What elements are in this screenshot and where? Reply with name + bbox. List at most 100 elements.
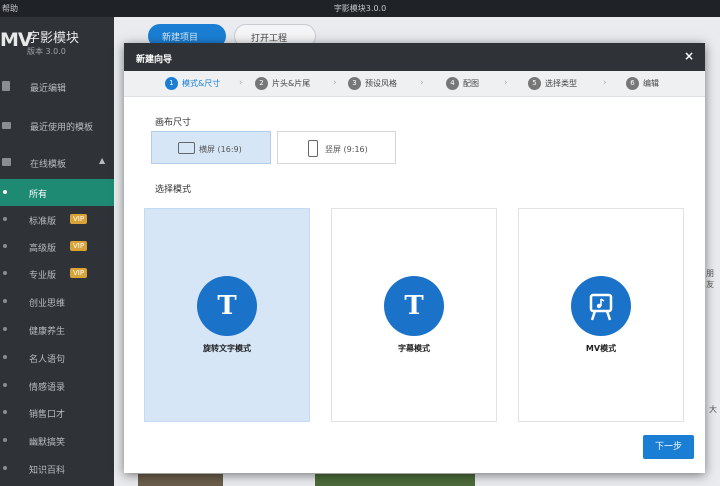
- chevron-up-icon[interactable]: ▲: [99, 156, 105, 165]
- chevron-right-icon: ›: [603, 78, 607, 88]
- rotating-text-mode-card[interactable]: T 旋转文字模式: [144, 208, 310, 422]
- sidebar-category-standard[interactable]: 标准版 VIP: [0, 206, 114, 233]
- canvas-size-label: 画布尺寸: [155, 118, 192, 128]
- document-icon: [2, 81, 10, 91]
- sidebar-item-online-templates[interactable]: 在线模板 ▲: [0, 152, 114, 174]
- category-label: 健康养生: [29, 327, 66, 337]
- bullet-icon: [3, 410, 7, 414]
- category-label: 创业思维: [29, 299, 66, 309]
- step-label: 片头&片尾: [272, 79, 311, 88]
- category-label: 情感语录: [29, 383, 66, 393]
- vip-badge: VIP: [70, 241, 88, 251]
- sidebar-category-humor[interactable]: 幽默搞笑: [0, 427, 114, 454]
- bullet-icon: [3, 244, 7, 248]
- sidebar-category-knowledge[interactable]: 知识百科: [0, 455, 114, 482]
- sidebar-category-startup[interactable]: 创业思维: [0, 288, 114, 315]
- step-label: 选择类型: [545, 79, 577, 88]
- window-titlebar: 帮助 字影模块3.0.0: [0, 0, 720, 17]
- step-number: 1: [165, 77, 178, 90]
- app-version: 版本 3.0.0: [27, 47, 66, 56]
- step-number: 5: [528, 77, 541, 90]
- bullet-icon: [3, 438, 7, 442]
- step-number: 4: [446, 77, 459, 90]
- text-mode-icon: T: [197, 276, 257, 336]
- mv-mode-card[interactable]: MV模式: [518, 208, 684, 422]
- text-mode-icon: T: [384, 276, 444, 336]
- bullet-icon: [3, 466, 7, 470]
- category-label: 知识百科: [29, 466, 66, 476]
- button-label: 新建项目: [162, 33, 199, 43]
- chevron-right-icon: ›: [504, 78, 508, 88]
- bullet-icon: [3, 383, 7, 387]
- category-label: 高级版: [29, 244, 57, 254]
- sidebar-item-label: 最近编辑: [30, 84, 67, 94]
- sidebar: MV 字影模块 版本 3.0.0 最近编辑 最近使用的模板 在线模板 ▲ 所有 …: [0, 17, 114, 486]
- category-label: 名人语句: [29, 355, 66, 365]
- step-5[interactable]: 5 选择类型: [528, 77, 577, 91]
- window-title: 字影模块3.0.0: [333, 4, 387, 13]
- bullet-icon: [3, 327, 7, 331]
- mode-name: MV模式: [585, 344, 617, 353]
- landscape-screen-icon: [178, 142, 195, 154]
- category-label: 标准版: [29, 217, 57, 227]
- sidebar-item-label: 最近使用的模板: [30, 123, 94, 133]
- step-2[interactable]: 2 片头&片尾: [255, 77, 310, 91]
- sidebar-category-health[interactable]: 健康养生: [0, 316, 114, 343]
- sidebar-item-recent-template[interactable]: 最近使用的模板: [0, 115, 114, 137]
- background-text: 朋友: [706, 269, 714, 289]
- dialog-header: 新建向导 ×: [124, 43, 705, 71]
- music-easel-icon: [571, 276, 631, 336]
- bullet-icon: [3, 217, 7, 221]
- category-label: 专业版: [29, 271, 57, 281]
- monitor-icon: [2, 158, 11, 166]
- bullet-icon: [3, 271, 7, 275]
- sidebar-category-emotion[interactable]: 情感语录: [0, 372, 114, 399]
- step-label: 配图: [463, 79, 479, 88]
- chevron-right-icon: ›: [239, 78, 243, 88]
- sidebar-category-pro[interactable]: 专业版 VIP: [0, 260, 114, 287]
- step-number: 6: [626, 77, 639, 90]
- sidebar-item-label: 在线模板: [30, 160, 67, 170]
- bullet-icon: [3, 355, 7, 359]
- step-label: 模式&尺寸: [182, 79, 221, 88]
- sidebar-category-sales[interactable]: 销售口才: [0, 399, 114, 426]
- vip-badge: VIP: [70, 214, 88, 224]
- step-6[interactable]: 6 编辑: [626, 77, 659, 91]
- chevron-right-icon: ›: [333, 78, 337, 88]
- step-label: 预设风格: [365, 79, 397, 88]
- landscape-size-option[interactable]: 横屏 (16:9): [151, 131, 271, 164]
- next-step-button[interactable]: 下一步: [643, 435, 694, 459]
- close-icon[interactable]: ×: [684, 49, 694, 63]
- step-number: 3: [348, 77, 361, 90]
- category-label: 所有: [29, 190, 48, 200]
- portrait-size-option[interactable]: 竖屏 (9:16): [277, 131, 396, 164]
- step-number: 2: [255, 77, 268, 90]
- sidebar-category-all[interactable]: 所有: [0, 179, 114, 206]
- mode-name: 字幕模式: [398, 344, 430, 353]
- new-wizard-dialog: 新建向导 × 1 模式&尺寸 › 2 片头&片尾 › 3 预设风格 › 4 配图 › 5…: [124, 43, 705, 473]
- category-label: 幽默搞笑: [29, 438, 66, 448]
- subtitle-mode-card[interactable]: T 字幕模式: [331, 208, 497, 422]
- option-label: 横屏 (16:9): [199, 145, 242, 154]
- app-name: 字影模块: [27, 31, 80, 46]
- portrait-phone-icon: [308, 140, 318, 157]
- mail-icon: [2, 122, 11, 129]
- dialog-title: 新建向导: [136, 55, 173, 65]
- bullet-icon: [3, 190, 7, 194]
- step-3[interactable]: 3 预设风格: [348, 77, 397, 91]
- template-thumbnail[interactable]: [138, 474, 223, 486]
- chevron-right-icon: ›: [420, 78, 424, 88]
- background-text: 大: [709, 405, 717, 414]
- step-label: 编辑: [643, 79, 659, 88]
- template-thumbnail[interactable]: [315, 474, 475, 486]
- step-1[interactable]: 1 模式&尺寸: [165, 77, 220, 91]
- mode-label: 选择模式: [155, 185, 192, 195]
- sidebar-category-advanced[interactable]: 高级版 VIP: [0, 233, 114, 260]
- wizard-steps: 1 模式&尺寸 › 2 片头&片尾 › 3 预设风格 › 4 配图 › 5 选择类型 › …: [124, 71, 705, 97]
- sidebar-item-recent-edit[interactable]: 最近编辑: [0, 76, 114, 98]
- bullet-icon: [3, 299, 7, 303]
- step-4[interactable]: 4 配图: [446, 77, 479, 91]
- mode-name: 旋转文字模式: [203, 344, 251, 353]
- category-label: 销售口才: [29, 410, 66, 420]
- sidebar-category-quotes[interactable]: 名人语句: [0, 344, 114, 371]
